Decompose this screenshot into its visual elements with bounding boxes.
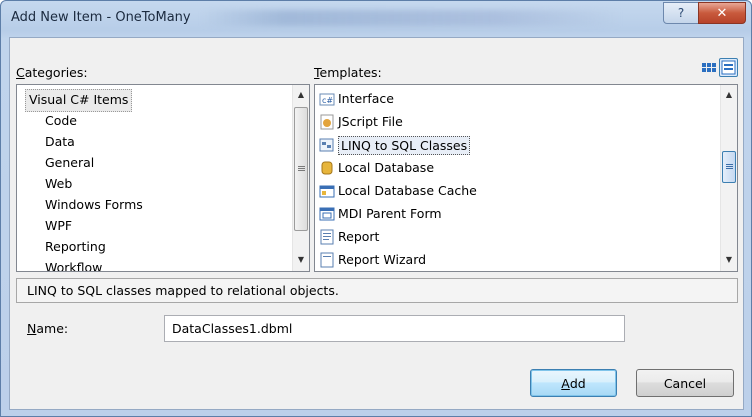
category-item-general[interactable]: General xyxy=(45,152,94,173)
name-input-value: DataClasses1.dbml xyxy=(172,321,293,336)
scroll-up-arrow-icon[interactable]: ▲ xyxy=(293,86,309,103)
category-item-code[interactable]: Code xyxy=(45,110,77,131)
template-item-local-database[interactable]: Local Database xyxy=(319,157,434,179)
large-icons-view-icon xyxy=(702,63,716,72)
template-item-jscript-file[interactable]: JScript File xyxy=(319,111,403,133)
svg-text:c#: c# xyxy=(322,96,333,105)
template-item-mdi-parent-form[interactable]: MDI Parent Form xyxy=(319,203,442,225)
name-label: Name: xyxy=(27,321,69,336)
template-item-report[interactable]: Report xyxy=(319,226,379,248)
name-input[interactable]: DataClasses1.dbml xyxy=(164,315,625,342)
description-bar: LINQ to SQL classes mapped to relational… xyxy=(16,278,738,303)
close-button[interactable]: ✕ xyxy=(698,2,746,24)
large-icons-view-button[interactable] xyxy=(699,58,718,77)
category-item-windows-forms[interactable]: Windows Forms xyxy=(45,194,143,215)
local-database-icon xyxy=(319,160,335,176)
cancel-button[interactable]: Cancel xyxy=(636,369,734,397)
templates-scrollbar[interactable]: ▲ ▼ xyxy=(720,85,737,271)
scroll-up-arrow-icon[interactable]: ▲ xyxy=(721,86,737,103)
scroll-down-arrow-icon[interactable]: ▼ xyxy=(721,251,737,268)
window-title: Add New Item - OneToMany xyxy=(11,10,191,25)
mdi-form-icon xyxy=(319,206,335,222)
category-item-web[interactable]: Web xyxy=(45,173,72,194)
report-wizard-icon xyxy=(319,252,335,268)
interface-icon: c# xyxy=(319,91,335,107)
categories-label: Categories: xyxy=(16,65,88,80)
linq-to-sql-icon xyxy=(319,137,335,153)
templates-label: Templates: xyxy=(314,65,382,80)
scrollbar-thumb[interactable] xyxy=(294,107,308,231)
templates-list[interactable]: c# Interface JScript File LINQ to SQL Cl… xyxy=(314,84,738,272)
blurred-background-title xyxy=(201,10,621,26)
help-icon: ? xyxy=(677,6,685,20)
help-button[interactable]: ? xyxy=(663,2,699,24)
template-item-report-wizard[interactable]: Report Wizard xyxy=(319,249,426,271)
category-item-data[interactable]: Data xyxy=(45,131,75,152)
title-bar[interactable]: Add New Item - OneToMany ? ✕ xyxy=(1,1,751,37)
jscript-file-icon xyxy=(319,114,335,130)
category-item-workflow[interactable]: Workflow xyxy=(45,257,102,271)
add-button[interactable]: Add xyxy=(530,369,617,397)
close-icon: ✕ xyxy=(716,5,728,21)
template-item-interface[interactable]: c# Interface xyxy=(319,88,394,110)
template-item-local-database-cache[interactable]: Local Database Cache xyxy=(319,180,477,202)
category-item-wpf[interactable]: WPF xyxy=(45,215,72,236)
category-item-reporting[interactable]: Reporting xyxy=(45,236,106,257)
add-new-item-dialog: Add New Item - OneToMany ? ✕ Categories:… xyxy=(0,0,752,417)
report-icon xyxy=(319,229,335,245)
template-description: LINQ to SQL classes mapped to relational… xyxy=(27,283,339,298)
category-item-visual-csharp[interactable]: Visual C# Items xyxy=(25,89,133,112)
list-view-icon xyxy=(721,60,736,75)
scrollbar-thumb[interactable] xyxy=(722,151,736,183)
categories-scrollbar[interactable]: ▲ ▼ xyxy=(292,85,309,271)
template-item-linq-to-sql[interactable]: LINQ to SQL Classes xyxy=(319,134,471,156)
scroll-down-arrow-icon[interactable]: ▼ xyxy=(293,251,309,268)
database-cache-icon xyxy=(319,183,335,199)
dialog-body: Categories: Templates: Visual C# Items C… xyxy=(9,37,744,410)
categories-list[interactable]: Visual C# Items Code Data General Web Wi… xyxy=(16,84,310,272)
list-view-button[interactable] xyxy=(719,58,738,77)
